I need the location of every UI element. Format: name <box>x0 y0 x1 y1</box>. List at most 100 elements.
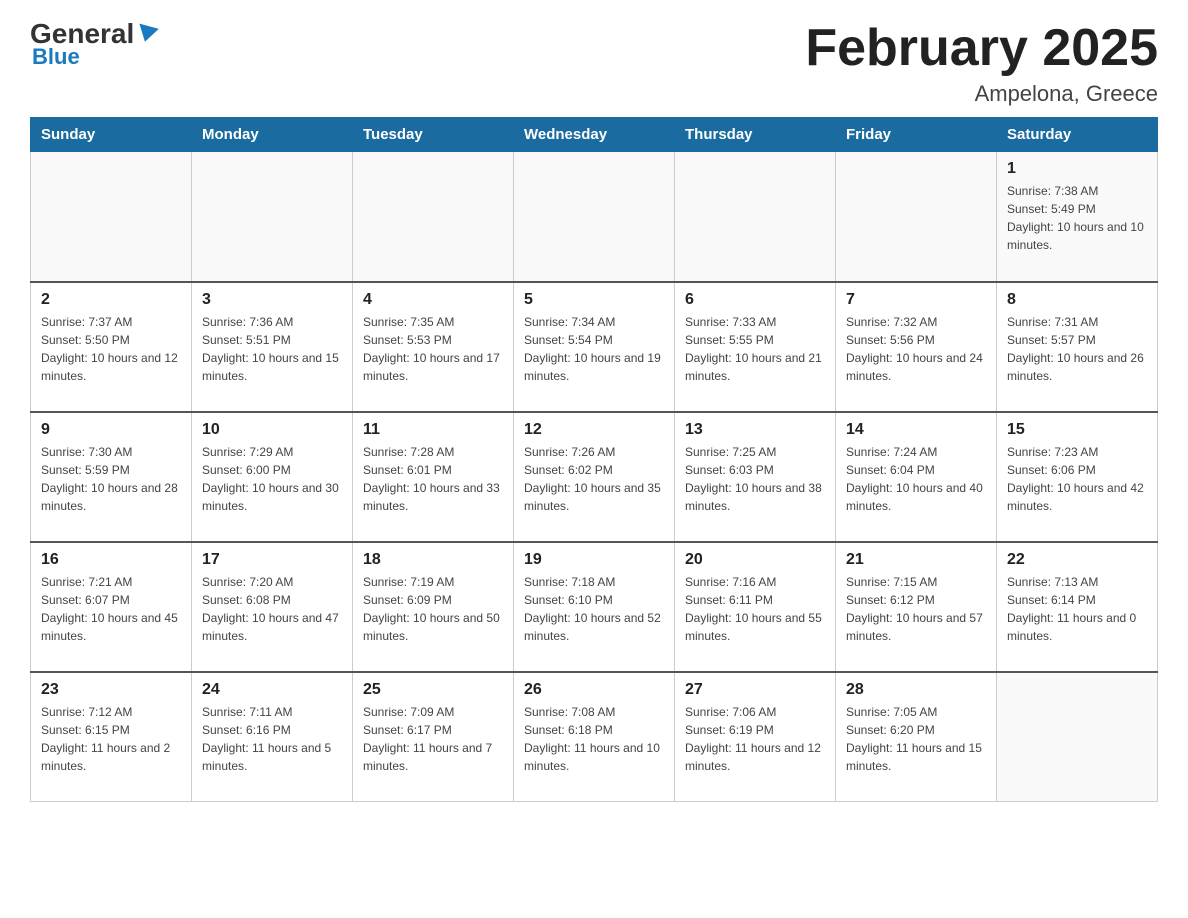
day-number: 12 <box>524 421 664 439</box>
day-number: 15 <box>1007 421 1147 439</box>
calendar-day-cell <box>836 152 997 282</box>
calendar-day-cell: 16 Sunrise: 7:21 AM Sunset: 6:07 PM Dayli… <box>31 542 192 672</box>
day-number: 10 <box>202 421 342 439</box>
calendar-week-row: 2 Sunrise: 7:37 AM Sunset: 5:50 PM Daylig… <box>31 282 1158 412</box>
day-info: Sunrise: 7:06 AM Sunset: 6:19 PM Dayligh… <box>685 703 825 775</box>
calendar-header-row: SundayMondayTuesdayWednesdayThursdayFrid… <box>31 118 1158 152</box>
calendar-week-row: 1 Sunrise: 7:38 AM Sunset: 5:49 PM Daylig… <box>31 152 1158 282</box>
calendar-header-monday: Monday <box>192 118 353 152</box>
calendar-day-cell <box>675 152 836 282</box>
day-info: Sunrise: 7:18 AM Sunset: 6:10 PM Dayligh… <box>524 573 664 645</box>
day-info: Sunrise: 7:05 AM Sunset: 6:20 PM Dayligh… <box>846 703 986 775</box>
calendar-day-cell: 5 Sunrise: 7:34 AM Sunset: 5:54 PM Daylig… <box>514 282 675 412</box>
location-title: Ampelona, Greece <box>805 81 1158 107</box>
calendar-day-cell: 18 Sunrise: 7:19 AM Sunset: 6:09 PM Dayli… <box>353 542 514 672</box>
logo-blue-text: Blue <box>32 44 80 70</box>
calendar-day-cell <box>353 152 514 282</box>
day-info: Sunrise: 7:26 AM Sunset: 6:02 PM Dayligh… <box>524 443 664 515</box>
day-info: Sunrise: 7:29 AM Sunset: 6:00 PM Dayligh… <box>202 443 342 515</box>
day-info: Sunrise: 7:15 AM Sunset: 6:12 PM Dayligh… <box>846 573 986 645</box>
day-number: 26 <box>524 681 664 699</box>
day-info: Sunrise: 7:34 AM Sunset: 5:54 PM Dayligh… <box>524 313 664 385</box>
day-info: Sunrise: 7:25 AM Sunset: 6:03 PM Dayligh… <box>685 443 825 515</box>
day-number: 20 <box>685 551 825 569</box>
calendar-header-wednesday: Wednesday <box>514 118 675 152</box>
calendar-header-sunday: Sunday <box>31 118 192 152</box>
day-number: 3 <box>202 291 342 309</box>
calendar-day-cell: 25 Sunrise: 7:09 AM Sunset: 6:17 PM Dayli… <box>353 672 514 802</box>
day-number: 8 <box>1007 291 1147 309</box>
calendar-body: 1 Sunrise: 7:38 AM Sunset: 5:49 PM Daylig… <box>31 152 1158 802</box>
day-info: Sunrise: 7:31 AM Sunset: 5:57 PM Dayligh… <box>1007 313 1147 385</box>
calendar-day-cell: 1 Sunrise: 7:38 AM Sunset: 5:49 PM Daylig… <box>997 152 1158 282</box>
day-number: 13 <box>685 421 825 439</box>
day-info: Sunrise: 7:11 AM Sunset: 6:16 PM Dayligh… <box>202 703 342 775</box>
day-info: Sunrise: 7:20 AM Sunset: 6:08 PM Dayligh… <box>202 573 342 645</box>
day-number: 21 <box>846 551 986 569</box>
title-area: February 2025 Ampelona, Greece <box>805 20 1158 107</box>
day-number: 25 <box>363 681 503 699</box>
page-header: General Blue February 2025 Ampelona, Gre… <box>30 20 1158 107</box>
calendar-day-cell <box>997 672 1158 802</box>
day-number: 2 <box>41 291 181 309</box>
day-number: 7 <box>846 291 986 309</box>
calendar-day-cell: 8 Sunrise: 7:31 AM Sunset: 5:57 PM Daylig… <box>997 282 1158 412</box>
day-number: 14 <box>846 421 986 439</box>
day-number: 23 <box>41 681 181 699</box>
day-number: 4 <box>363 291 503 309</box>
calendar-header-friday: Friday <box>836 118 997 152</box>
logo-triangle-icon <box>136 24 159 45</box>
calendar-header-tuesday: Tuesday <box>353 118 514 152</box>
calendar-day-cell: 14Sunrise: 7:24 AM Sunset: 6:04 PM Dayli… <box>836 412 997 542</box>
day-info: Sunrise: 7:37 AM Sunset: 5:50 PM Dayligh… <box>41 313 181 385</box>
day-number: 24 <box>202 681 342 699</box>
day-number: 18 <box>363 551 503 569</box>
day-info: Sunrise: 7:12 AM Sunset: 6:15 PM Dayligh… <box>41 703 181 775</box>
calendar-day-cell <box>514 152 675 282</box>
calendar-day-cell: 12 Sunrise: 7:26 AM Sunset: 6:02 PM Dayli… <box>514 412 675 542</box>
day-info: Sunrise: 7:23 AM Sunset: 6:06 PM Dayligh… <box>1007 443 1147 515</box>
logo-area: General Blue <box>30 20 157 70</box>
day-number: 1 <box>1007 160 1147 178</box>
day-info: Sunrise: 7:30 AM Sunset: 5:59 PM Dayligh… <box>41 443 181 515</box>
calendar-day-cell <box>192 152 353 282</box>
day-info: Sunrise: 7:08 AM Sunset: 6:18 PM Dayligh… <box>524 703 664 775</box>
calendar-day-cell: 23 Sunrise: 7:12 AM Sunset: 6:15 PM Dayli… <box>31 672 192 802</box>
calendar-table: SundayMondayTuesdayWednesdayThursdayFrid… <box>30 117 1158 802</box>
day-number: 11 <box>363 421 503 439</box>
day-info: Sunrise: 7:13 AM Sunset: 6:14 PM Dayligh… <box>1007 573 1147 645</box>
day-info: Sunrise: 7:36 AM Sunset: 5:51 PM Dayligh… <box>202 313 342 385</box>
day-number: 5 <box>524 291 664 309</box>
day-info: Sunrise: 7:32 AM Sunset: 5:56 PM Dayligh… <box>846 313 986 385</box>
day-number: 19 <box>524 551 664 569</box>
day-number: 22 <box>1007 551 1147 569</box>
calendar-day-cell: 21 Sunrise: 7:15 AM Sunset: 6:12 PM Dayli… <box>836 542 997 672</box>
calendar-day-cell: 3 Sunrise: 7:36 AM Sunset: 5:51 PM Daylig… <box>192 282 353 412</box>
calendar-day-cell: 2 Sunrise: 7:37 AM Sunset: 5:50 PM Daylig… <box>31 282 192 412</box>
calendar-header-thursday: Thursday <box>675 118 836 152</box>
day-info: Sunrise: 7:38 AM Sunset: 5:49 PM Dayligh… <box>1007 182 1147 254</box>
calendar-day-cell: 24 Sunrise: 7:11 AM Sunset: 6:16 PM Dayli… <box>192 672 353 802</box>
day-info: Sunrise: 7:21 AM Sunset: 6:07 PM Dayligh… <box>41 573 181 645</box>
calendar-header-saturday: Saturday <box>997 118 1158 152</box>
day-info: Sunrise: 7:33 AM Sunset: 5:55 PM Dayligh… <box>685 313 825 385</box>
day-number: 16 <box>41 551 181 569</box>
day-info: Sunrise: 7:09 AM Sunset: 6:17 PM Dayligh… <box>363 703 503 775</box>
calendar-day-cell: 15 Sunrise: 7:23 AM Sunset: 6:06 PM Dayli… <box>997 412 1158 542</box>
calendar-day-cell: 4 Sunrise: 7:35 AM Sunset: 5:53 PM Daylig… <box>353 282 514 412</box>
calendar-day-cell <box>31 152 192 282</box>
calendar-day-cell: 22 Sunrise: 7:13 AM Sunset: 6:14 PM Dayli… <box>997 542 1158 672</box>
calendar-day-cell: 7 Sunrise: 7:32 AM Sunset: 5:56 PM Daylig… <box>836 282 997 412</box>
day-info: Sunrise: 7:16 AM Sunset: 6:11 PM Dayligh… <box>685 573 825 645</box>
calendar-day-cell: 6 Sunrise: 7:33 AM Sunset: 5:55 PM Daylig… <box>675 282 836 412</box>
day-info: Sunrise: 7:35 AM Sunset: 5:53 PM Dayligh… <box>363 313 503 385</box>
calendar-week-row: 16 Sunrise: 7:21 AM Sunset: 6:07 PM Dayli… <box>31 542 1158 672</box>
calendar-day-cell: 28Sunrise: 7:05 AM Sunset: 6:20 PM Dayli… <box>836 672 997 802</box>
day-info: Sunrise: 7:19 AM Sunset: 6:09 PM Dayligh… <box>363 573 503 645</box>
calendar-day-cell: 17Sunrise: 7:20 AM Sunset: 6:08 PM Dayli… <box>192 542 353 672</box>
calendar-day-cell: 10 Sunrise: 7:29 AM Sunset: 6:00 PM Dayli… <box>192 412 353 542</box>
calendar-day-cell: 9Sunrise: 7:30 AM Sunset: 5:59 PM Daylig… <box>31 412 192 542</box>
day-number: 6 <box>685 291 825 309</box>
calendar-day-cell: 27Sunrise: 7:06 AM Sunset: 6:19 PM Dayli… <box>675 672 836 802</box>
calendar-day-cell: 11Sunrise: 7:28 AM Sunset: 6:01 PM Dayli… <box>353 412 514 542</box>
